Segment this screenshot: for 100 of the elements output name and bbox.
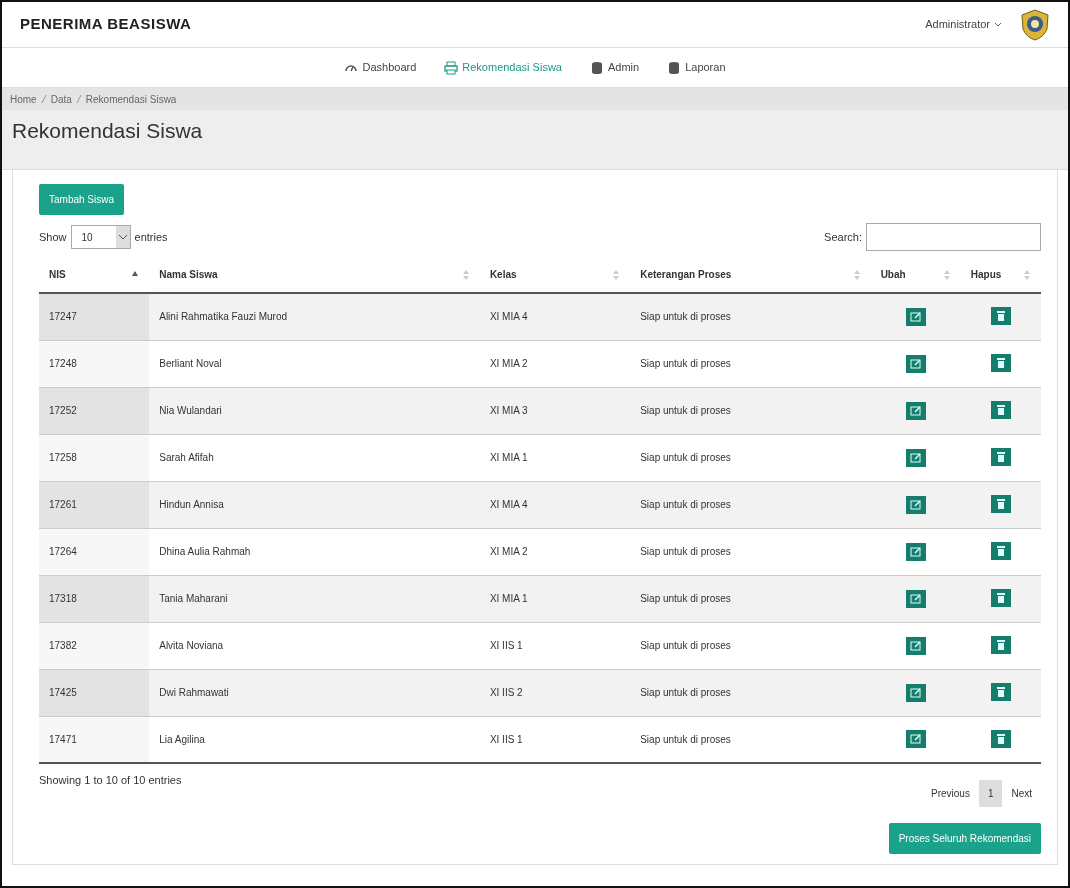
app-title: PENERIMA BEASISWA (20, 14, 192, 35)
emblem-icon (1020, 8, 1050, 41)
column-header[interactable]: Hapus (970, 267, 1002, 283)
nav-tab[interactable]: Rekomendasi Siswa (434, 55, 572, 80)
entries-label: entries (134, 229, 168, 245)
separator-icon (40, 94, 47, 104)
trash-icon (995, 451, 1006, 464)
delete-button[interactable] (990, 307, 1011, 326)
search-field[interactable] (866, 223, 1041, 252)
column-header[interactable]: Ubah (880, 267, 906, 283)
next-button[interactable]: Next (1002, 780, 1041, 808)
edit-button[interactable] (905, 448, 926, 467)
status-cell: Siap untuk di proses (640, 311, 731, 323)
class-cell: XI IIS 2 (489, 687, 523, 699)
nis-cell: 17261 (49, 499, 77, 511)
page-title: Rekomendasi Siswa (12, 118, 204, 144)
edit-icon (909, 452, 922, 463)
name-cell: Alvita Noviana (159, 640, 224, 652)
delete-button[interactable] (990, 636, 1011, 655)
delete-button[interactable] (990, 448, 1011, 467)
edit-icon (909, 687, 922, 698)
column-header[interactable]: Kelas (489, 267, 517, 283)
edit-button[interactable] (905, 354, 926, 373)
trash-icon (995, 545, 1006, 558)
edit-button[interactable] (905, 307, 926, 326)
status-cell: Siap untuk di proses (640, 687, 731, 699)
class-cell: XI MIA 4 (489, 499, 528, 511)
edit-icon (909, 405, 922, 416)
edit-button[interactable] (905, 730, 926, 749)
edit-button[interactable] (905, 495, 926, 514)
class-cell: XI MIA 4 (489, 311, 528, 323)
status-cell: Siap untuk di proses (640, 546, 731, 558)
class-cell: XI MIA 1 (489, 593, 528, 605)
edit-icon (909, 593, 922, 604)
delete-button[interactable] (990, 729, 1011, 748)
nis-cell: 17252 (49, 405, 77, 417)
breadcrumb-link[interactable]: Data (50, 91, 72, 107)
trash-icon (995, 732, 1006, 745)
nis-cell: 17471 (49, 733, 77, 745)
edit-icon (909, 546, 922, 557)
class-cell: XI MIA 2 (489, 358, 528, 370)
nis-cell: 17247 (49, 311, 77, 323)
entries-select[interactable]: 10 (70, 225, 131, 250)
breadcrumb-link[interactable]: Home (10, 91, 37, 107)
delete-button[interactable] (990, 542, 1011, 561)
edit-button[interactable] (905, 589, 926, 608)
trash-icon (995, 357, 1006, 370)
name-cell: Sarah Afifah (159, 452, 214, 464)
page-button[interactable]: 1 (978, 780, 1003, 808)
user-menu[interactable]: Administrator (915, 12, 1012, 37)
edit-button[interactable] (905, 542, 926, 561)
show-label: Show (39, 229, 67, 245)
nis-cell: 17248 (49, 358, 77, 370)
edit-button[interactable] (905, 683, 926, 702)
trash-icon (995, 404, 1006, 417)
nav-tab[interactable]: Admin (579, 55, 650, 80)
trash-icon (995, 592, 1006, 605)
edit-button[interactable] (905, 401, 926, 420)
status-cell: Siap untuk di proses (640, 593, 731, 605)
name-cell: Dwi Rahmawati (159, 687, 229, 699)
delete-button[interactable] (990, 354, 1011, 373)
edit-button[interactable] (905, 636, 926, 655)
status-cell: Siap untuk di proses (640, 358, 731, 370)
edit-icon (909, 311, 922, 322)
edit-icon (909, 640, 922, 651)
nis-cell: 17318 (49, 593, 77, 605)
status-cell: Siap untuk di proses (640, 452, 731, 464)
edit-icon (909, 499, 922, 510)
nav-tab[interactable]: Dashboard (334, 55, 427, 80)
search-label: Search: (824, 229, 862, 245)
column-header[interactable]: Keterangan Proses (640, 267, 732, 283)
database-icon (589, 60, 604, 75)
printer-icon (444, 60, 459, 75)
status-cell: Siap untuk di proses (640, 405, 731, 417)
name-cell: Berliant Noval (159, 358, 222, 370)
class-cell: XI IIS 1 (489, 640, 523, 652)
nis-cell: 17258 (49, 452, 77, 464)
edit-icon (909, 734, 922, 745)
separator-icon (75, 94, 82, 104)
status-cell: Siap untuk di proses (640, 640, 731, 652)
nav-tab[interactable]: Laporan (657, 55, 736, 80)
caret-icon (994, 21, 1002, 28)
delete-button[interactable] (990, 683, 1011, 702)
status-cell: Siap untuk di proses (640, 499, 731, 511)
name-cell: Dhina Aulia Rahmah (159, 546, 251, 558)
delete-button[interactable] (990, 495, 1011, 514)
column-header[interactable]: Nama Siswa (159, 267, 218, 283)
previous-button[interactable]: Previous (921, 780, 979, 808)
nis-cell: 17264 (49, 546, 77, 558)
trash-icon (995, 686, 1006, 699)
chevron-icon (115, 226, 130, 249)
column-header[interactable]: NIS (49, 267, 66, 283)
name-cell: Nia Wulandari (159, 405, 222, 417)
database-icon (667, 60, 682, 75)
name-cell: Tania Maharani (159, 593, 228, 605)
class-cell: XI MIA 1 (489, 452, 528, 464)
delete-button[interactable] (990, 589, 1011, 608)
class-cell: XI MIA 3 (489, 405, 528, 417)
delete-button[interactable] (990, 401, 1011, 420)
class-cell: XI MIA 2 (489, 546, 528, 558)
